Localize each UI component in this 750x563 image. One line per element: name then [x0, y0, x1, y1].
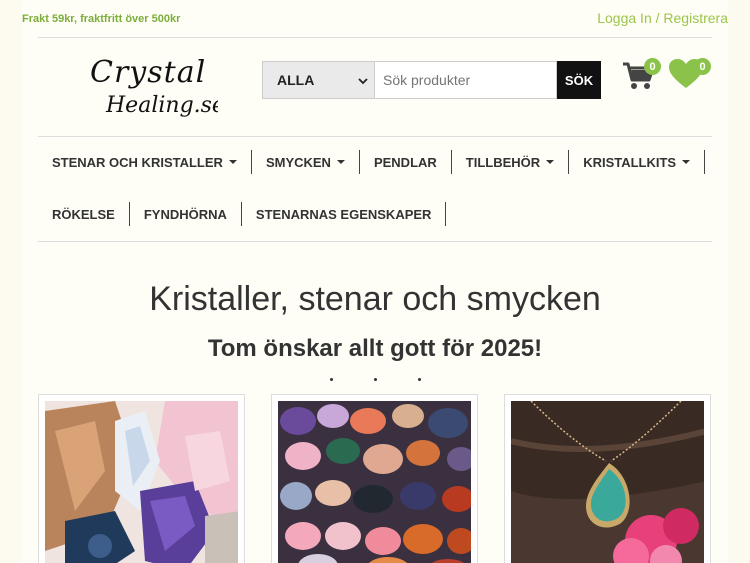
wishlist-count-badge: 0	[694, 58, 711, 75]
nav-row-1: STENAR OCH KRISTALLER SMYCKEN PENDLAR TI…	[38, 150, 706, 174]
account-links-divider: /	[651, 10, 664, 26]
nav-divider	[38, 241, 712, 242]
page-subtitle: Tom önskar allt gott för 2025!	[207, 335, 543, 362]
nav-item-label: TILLBEHÖR	[465, 154, 541, 170]
nav-item-label: STENARNAS EGENSKAPER	[255, 206, 432, 222]
caret-down-icon	[682, 160, 691, 164]
top-divider	[38, 37, 712, 38]
nav-item-label: SMYCKEN	[265, 154, 331, 170]
search-input[interactable]	[375, 61, 557, 99]
category-select[interactable]: ALLA	[262, 61, 375, 99]
category-card-jewelry[interactable]	[504, 394, 711, 563]
nav-item-kristallkits[interactable]: KRISTALLKITS	[569, 150, 706, 174]
nav-row-2: RÖKELSE FYNDHÖRNA STENARNAS EGENSKAPER	[38, 202, 447, 226]
nav-item-rokelse[interactable]: RÖKELSE	[38, 202, 130, 226]
nav-item-stenar-och-kristaller[interactable]: STENAR OCH KRISTALLER	[38, 150, 252, 174]
nav-item-tillbehor[interactable]: TILLBEHÖR	[452, 150, 570, 174]
search-bar: ALLA SÖK	[262, 61, 601, 99]
login-link[interactable]: Logga In	[597, 10, 652, 26]
wishlist-button[interactable]: 0	[668, 58, 712, 94]
chevron-down-icon	[358, 72, 368, 88]
carousel-dot[interactable]	[330, 378, 333, 381]
nav-item-label: RÖKELSE	[52, 206, 115, 222]
nav-item-fyndhorna[interactable]: FYNDHÖRNA	[130, 202, 242, 226]
carousel-dot[interactable]	[418, 378, 421, 381]
caret-down-icon	[336, 160, 345, 164]
caret-down-icon	[228, 160, 237, 164]
shipping-info: Frakt 59kr, fraktfritt över 500kr	[22, 13, 181, 25]
category-select-value: ALLA	[277, 72, 315, 88]
caret-down-icon	[546, 160, 555, 164]
register-link[interactable]: Registrera	[663, 10, 728, 26]
nav-item-label: FYNDHÖRNA	[143, 206, 227, 222]
tumbled-stones-image	[278, 401, 471, 563]
nav-item-label: STENAR OCH KRISTALLER	[52, 154, 223, 170]
logo-line-2: Healing.se	[105, 93, 218, 118]
page-title: Kristaller, stenar och smycken	[149, 280, 601, 318]
category-card-crystals[interactable]	[38, 394, 245, 563]
search-button[interactable]: SÖK	[557, 61, 601, 99]
pendant-necklace-image	[511, 401, 704, 563]
crystal-cluster-image	[45, 401, 238, 563]
nav-item-stenarnas-egenskaper[interactable]: STENARNAS EGENSKAPER	[242, 202, 447, 226]
nav-item-pendlar[interactable]: PENDLAR	[360, 150, 452, 174]
carousel-dot[interactable]	[374, 378, 377, 381]
nav-item-label: PENDLAR	[373, 154, 437, 170]
category-card-tumbled-stones[interactable]	[271, 394, 478, 563]
nav-item-label: KRISTALLKITS	[583, 154, 677, 170]
cart-count-badge: 0	[644, 58, 661, 75]
header-divider	[38, 136, 712, 137]
cart-button[interactable]: 0	[622, 58, 662, 94]
account-links: Logga In / Registrera	[597, 10, 728, 26]
logo-line-1: Crystal	[90, 55, 206, 90]
nav-item-smycken[interactable]: SMYCKEN	[252, 150, 360, 174]
site-logo[interactable]: Crystal Healing.se	[88, 52, 218, 120]
